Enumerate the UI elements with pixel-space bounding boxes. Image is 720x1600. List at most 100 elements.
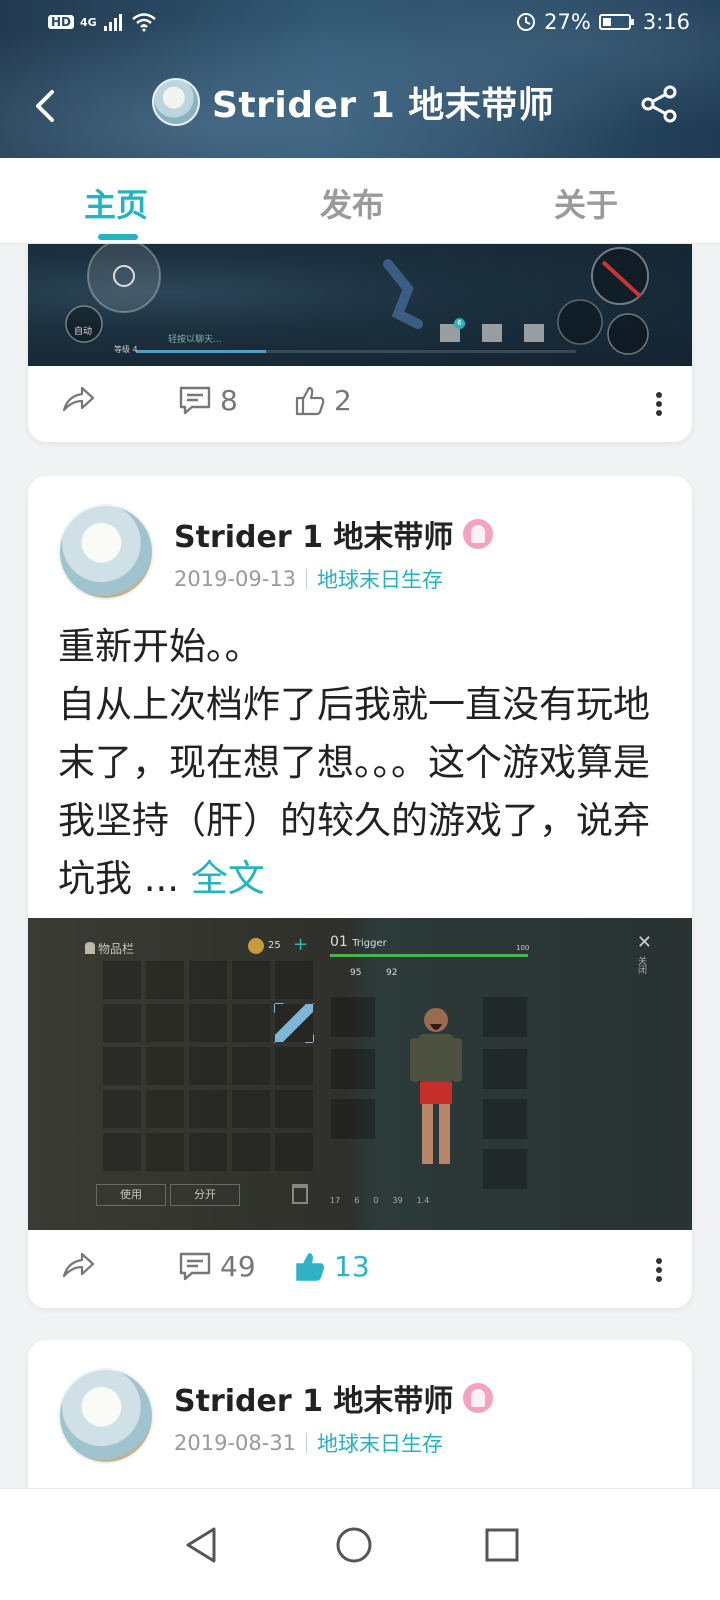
nav-home-icon[interactable] [334, 1525, 374, 1565]
coin-count: 25 [268, 940, 281, 951]
profile-name: Strider 1 地末带师 [212, 85, 555, 126]
share-post-icon[interactable] [60, 1250, 96, 1280]
post-author-row: Strider 1 地末带师 2019-09-13 地球末日生存 [58, 504, 678, 604]
share-icon[interactable] [640, 84, 680, 124]
author-name-wrap[interactable]: Strider 1 地末带师 [174, 1376, 494, 1420]
back-arrow-icon[interactable] [30, 86, 62, 126]
status-right: 27% 3:16 [516, 10, 690, 34]
thumbs-up-icon [295, 386, 325, 415]
author-avatar[interactable] [58, 1368, 154, 1464]
character-figure [410, 1008, 462, 1164]
comment-icon [179, 386, 211, 414]
thumbs-up-filled-icon [296, 1252, 324, 1281]
post-card[interactable]: Strider 1 地末带师 2019-09-13 地球末日生存 重新开始。。 … [28, 476, 692, 1308]
character-panel: 01 Trigger 100 95 92 17 6 0 39 1.4 [330, 932, 540, 1216]
post-author-row: Strider 1 地末带师 2019-08-31 地球末日生存 [58, 1368, 678, 1468]
nav-recents-icon[interactable] [482, 1525, 522, 1565]
close-icon: ✕ [636, 932, 652, 953]
divider [306, 1433, 308, 1453]
close-label: 关闭 [636, 956, 646, 974]
legs-slot [482, 1098, 528, 1140]
wifi-icon [131, 13, 156, 32]
water-value: 92 [386, 968, 398, 978]
user-badge-icon [463, 1383, 494, 1413]
tab-posts[interactable]: 发布 [320, 180, 384, 226]
use-button: 使用 [96, 1184, 166, 1206]
post-meta: 2019-09-13 地球末日生存 [174, 564, 443, 594]
title-row: Strider 1 地末带师 [0, 76, 720, 132]
chat-placeholder: 轻按以聊天... [168, 335, 222, 345]
trash-icon [292, 1184, 308, 1204]
network-type: 4G [80, 15, 97, 29]
author-name-wrap[interactable]: Strider 1 地末带师 [174, 512, 494, 556]
inventory-title: 物品栏 [98, 942, 135, 956]
coin-badge: 6 [454, 318, 465, 329]
like-button[interactable]: 2 [294, 384, 352, 417]
coin-icon [248, 938, 264, 954]
food-value: 95 [350, 968, 362, 978]
post-actions: 49 13 [28, 1232, 692, 1308]
post-topic[interactable]: 地球末日生存 [317, 1428, 443, 1458]
like-count: 13 [334, 1250, 370, 1283]
data-saver-icon [517, 13, 536, 31]
profile-title: Strider 1 地末带师 [152, 76, 554, 128]
post-meta: 2019-08-31 地球末日生存 [174, 1428, 443, 1458]
backpack-icon [85, 942, 95, 954]
more-options-icon[interactable] [654, 1252, 664, 1288]
more-options-icon[interactable] [654, 386, 664, 422]
tab-about[interactable]: 关于 [554, 180, 618, 226]
post-actions: 8 2 [28, 366, 692, 442]
nav-back-icon[interactable] [182, 1525, 222, 1565]
item-slot [330, 1098, 376, 1140]
share-post-icon[interactable] [60, 384, 96, 414]
divider [306, 569, 308, 589]
hp-value: 100 [516, 944, 530, 952]
read-more-link[interactable]: 全文 [191, 857, 265, 900]
comment-button[interactable]: 8 [178, 384, 238, 417]
post-topic[interactable]: 地球末日生存 [317, 564, 443, 594]
head-slot [482, 996, 528, 1038]
author-name: Strider 1 地末带师 [174, 520, 454, 555]
clock: 3:16 [642, 10, 690, 34]
split-button: 分开 [170, 1184, 240, 1206]
comment-icon [179, 1252, 211, 1280]
chest-slot [482, 1048, 528, 1090]
hd-indicator: HD [48, 15, 75, 29]
like-button[interactable]: 13 [294, 1250, 370, 1283]
avatar [152, 78, 200, 126]
profile-header: HD 4G 27% 3:16 Strider 1 地末带师 [0, 0, 720, 158]
signal-icon [103, 14, 122, 31]
tab-home[interactable]: 主页 [84, 180, 148, 226]
post-body[interactable]: 重新开始。。 自从上次档炸了后我就一直没有玩地末了，现在想了想。。。这个游戏算是… [58, 618, 668, 908]
status-left: HD 4G [48, 12, 157, 32]
stats-row: 17 6 0 39 1.4 [330, 1196, 430, 1205]
user-badge-icon [463, 519, 494, 549]
post-image[interactable]: 物品栏 25 + 使用 分开 01 Trigger 100 95 92 17 6… [28, 918, 692, 1230]
status-bar: HD 4G 27% 3:16 [0, 0, 720, 48]
post-card: 自动 轻按以聊天... 等级 4 6 8 2 [28, 244, 692, 442]
active-tab-indicator [98, 234, 138, 240]
character-slot: 01 Trigger [330, 934, 387, 950]
comment-count: 8 [220, 384, 238, 417]
post-image[interactable]: 自动 轻按以聊天... 等级 4 6 [28, 244, 692, 366]
hp-bar [330, 954, 528, 957]
feet-slot [482, 1148, 528, 1190]
inventory-panel: 物品栏 25 + 使用 分开 [85, 934, 328, 1210]
comment-button[interactable]: 49 [178, 1250, 256, 1283]
inventory-grid [102, 960, 314, 1172]
system-nav-bar [0, 1488, 720, 1600]
author-name: Strider 1 地末带师 [174, 1384, 454, 1419]
profile-tabs: 主页 发布 关于 [0, 158, 720, 244]
author-avatar[interactable] [58, 504, 154, 600]
bag-slot [330, 1048, 376, 1090]
weapon-slot [330, 996, 376, 1038]
battery-icon [598, 14, 634, 30]
battery-percent: 27% [544, 10, 591, 34]
post-text: 重新开始。。 自从上次档炸了后我就一直没有玩地末了，现在想了想。。。这个游戏算是… [58, 625, 650, 900]
add-icon: + [293, 934, 309, 955]
level-label: 等级 4 [114, 345, 138, 354]
post-date: 2019-08-31 [174, 1431, 297, 1455]
post-date: 2019-09-13 [174, 567, 297, 591]
like-count: 2 [334, 384, 352, 417]
comment-count: 49 [220, 1250, 256, 1283]
